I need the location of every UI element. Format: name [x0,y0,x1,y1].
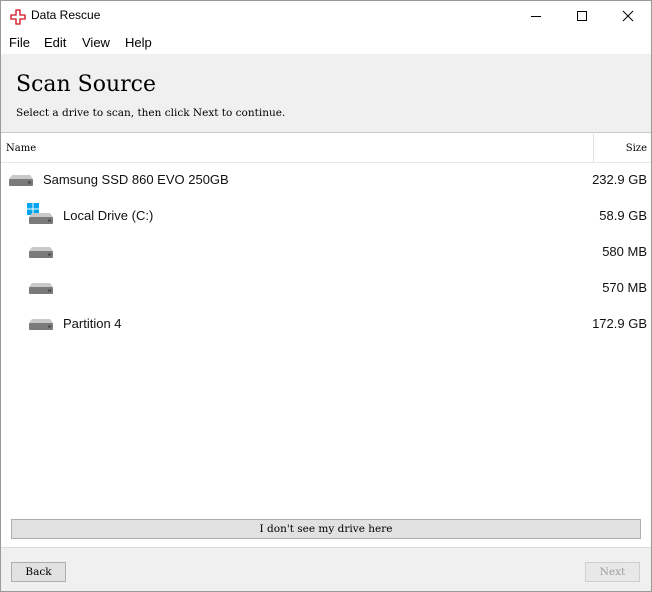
list-item[interactable]: Local Drive (C:) 58.9 GB [1,198,651,234]
menu-bar: File Edit View Help [1,33,651,53]
menu-help[interactable]: Help [125,35,152,50]
hard-drive-icon [29,319,53,330]
menu-edit[interactable]: Edit [44,35,66,50]
footer-bar: Back Next [1,547,651,591]
minimize-button[interactable] [513,1,559,31]
page-header: Scan Source Select a drive to scan, then… [1,54,651,133]
hard-drive-icon [29,247,53,258]
minimize-icon [531,16,541,17]
back-button[interactable]: Back [11,562,66,582]
partition-size: 58.9 GB [599,208,647,223]
window-title: Data Rescue [31,8,101,22]
page-subtitle: Select a drive to scan, then click Next … [16,107,286,119]
list-item[interactable]: Samsung SSD 860 EVO 250GB 232.9 GB [1,162,651,198]
close-icon [622,10,634,22]
hard-drive-icon [29,283,53,294]
list-item[interactable]: 580 MB [1,234,651,270]
partition-size: 172.9 GB [592,316,647,331]
column-header: Name Size [1,134,651,163]
drive-not-found-button[interactable]: I don't see my drive here [11,519,641,539]
red-cross-icon [10,9,26,25]
title-bar[interactable]: Data Rescue [1,1,651,31]
list-item[interactable]: Partition 4 172.9 GB [1,306,651,342]
column-name[interactable]: Name [6,143,36,154]
partition-name: Local Drive (C:) [63,208,154,223]
app-window: Data Rescue File Edit View Help Scan Sou… [0,0,652,592]
list-item[interactable]: 570 MB [1,270,651,306]
hard-drive-icon [9,175,33,186]
windows-drive-icon [29,213,53,224]
next-button[interactable]: Next [585,562,640,582]
menu-file[interactable]: File [9,35,30,50]
menu-view[interactable]: View [82,35,110,50]
partition-size: 580 MB [602,244,647,259]
close-button[interactable] [605,1,651,31]
maximize-icon [577,11,587,21]
column-size[interactable]: Size [626,143,647,154]
maximize-button[interactable] [559,1,605,31]
partition-name: Partition 4 [63,316,122,331]
drive-list[interactable]: Name Size Samsung SSD 860 EVO 250GB 232.… [1,134,651,514]
page-title: Scan Source [16,72,157,97]
drive-name: Samsung SSD 860 EVO 250GB [43,172,229,187]
partition-size: 570 MB [602,280,647,295]
drive-size: 232.9 GB [592,172,647,187]
column-divider[interactable] [593,134,594,162]
